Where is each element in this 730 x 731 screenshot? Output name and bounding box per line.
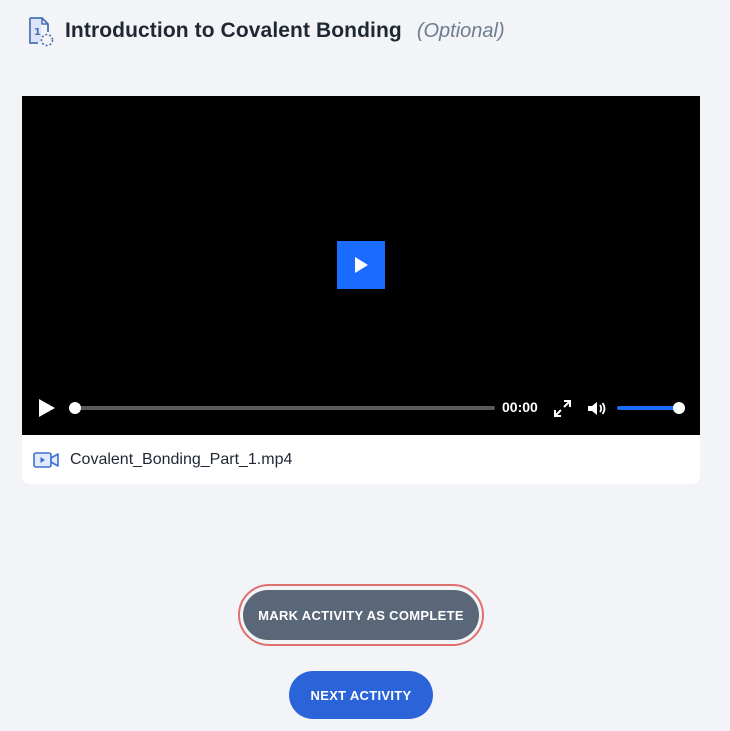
progress-bar[interactable] xyxy=(69,402,495,414)
page-title: Introduction to Covalent Bonding xyxy=(65,19,402,42)
big-play-button[interactable] xyxy=(337,241,385,289)
video-card: 00:00 Covalent_Bonding_Part_1.mp4 xyxy=(22,96,700,484)
progress-handle[interactable] xyxy=(69,402,81,414)
play-icon[interactable] xyxy=(38,398,56,418)
activity-header: 1 Introduction to Covalent Bonding (Opti… xyxy=(24,14,505,48)
volume-slider[interactable] xyxy=(617,402,685,414)
optional-label: (Optional) xyxy=(416,19,505,42)
file-name: Covalent_Bonding_Part_1.mp4 xyxy=(70,450,293,468)
play-icon xyxy=(355,257,368,273)
fullscreen-icon[interactable] xyxy=(554,400,571,417)
mark-complete-button[interactable]: MARK ACTIVITY AS COMPLETE xyxy=(243,590,479,640)
mark-complete-focus-ring: MARK ACTIVITY AS COMPLETE xyxy=(238,584,484,646)
file-row: Covalent_Bonding_Part_1.mp4 xyxy=(22,435,700,484)
time-display: 00:00 xyxy=(502,399,538,415)
activity-page: 1 Introduction to Covalent Bonding (Opti… xyxy=(0,0,730,731)
video-player[interactable]: 00:00 xyxy=(22,96,700,435)
next-activity-button[interactable]: NEXT ACTIVITY xyxy=(289,671,433,719)
video-camera-icon xyxy=(33,451,59,468)
video-controls: 00:00 xyxy=(22,392,700,424)
volume-handle[interactable] xyxy=(673,402,685,414)
volume-icon[interactable] xyxy=(587,400,607,417)
svg-text:1: 1 xyxy=(34,27,41,38)
document-number-icon: 1 xyxy=(29,17,54,47)
